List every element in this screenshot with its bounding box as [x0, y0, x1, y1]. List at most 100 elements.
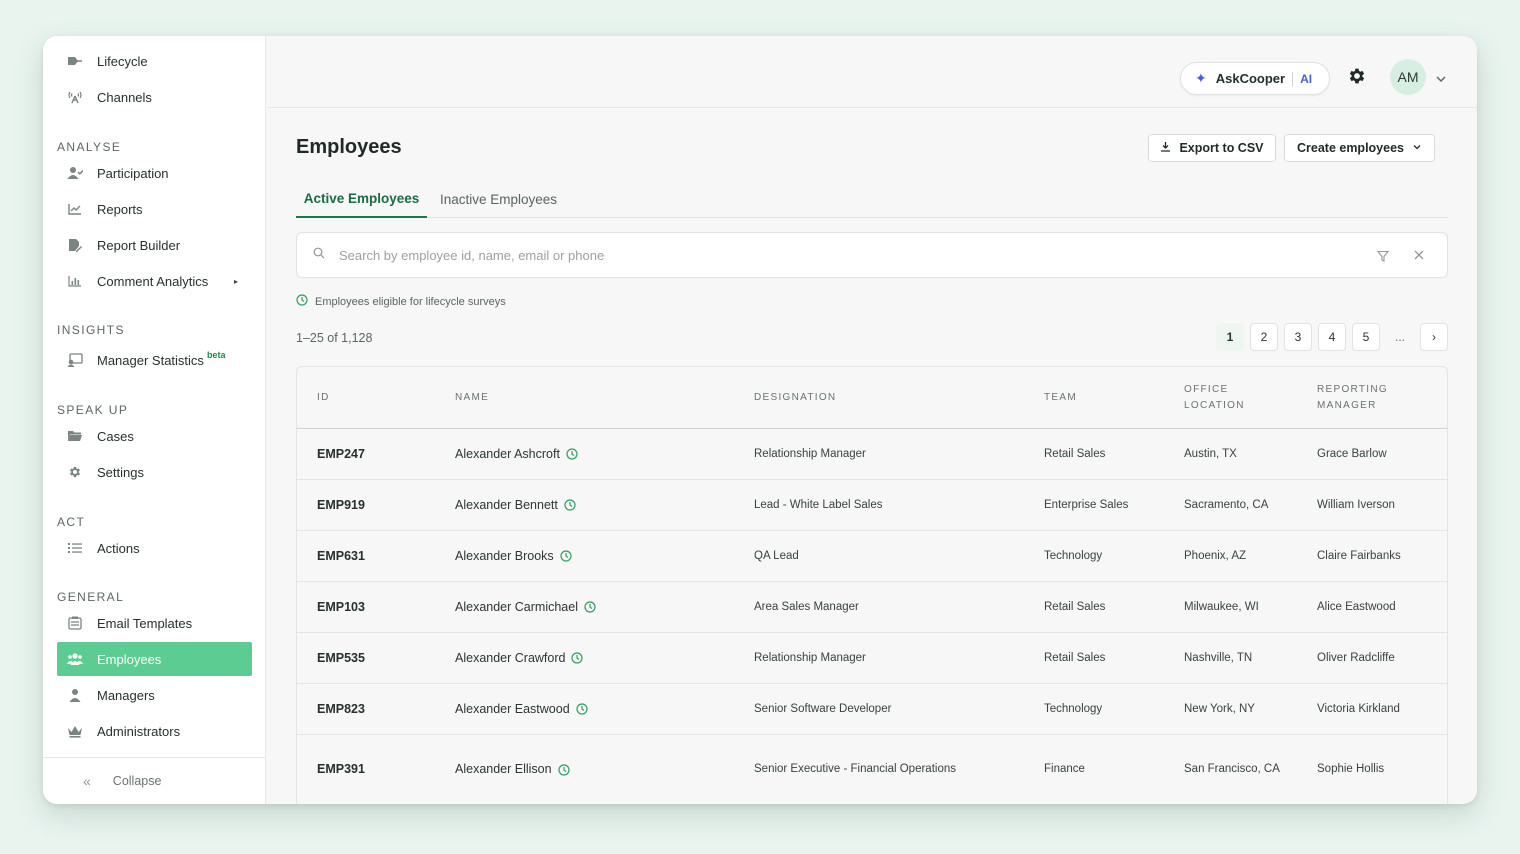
column-header-line: LOCATION	[1184, 400, 1245, 411]
sidebar-item-label: Lifecycle	[97, 53, 148, 69]
close-icon[interactable]	[1413, 248, 1425, 266]
name-text[interactable]: Alexander Crawford	[455, 649, 565, 668]
filter-icon[interactable]	[1376, 249, 1390, 267]
id-text: EMP391	[317, 762, 365, 776]
table-row[interactable]: EMP919 Alexander Bennett Lead - White Labe…	[297, 480, 1447, 531]
submenu-arrow-icon: ▸	[233, 276, 238, 286]
chevron-down-icon[interactable]	[1435, 72, 1447, 84]
sidebar-item-manager-statistics[interactable]: Manager Statistics beta	[57, 343, 252, 377]
user-icon	[67, 687, 83, 703]
file-edit-icon	[67, 237, 83, 253]
page-ellipsis: ...	[1394, 330, 1405, 344]
page-button-4[interactable]: 4	[1318, 323, 1346, 351]
clock-icon	[576, 703, 588, 715]
search-icon	[313, 246, 325, 264]
designation-text: Relationship Manager	[754, 651, 866, 664]
folder-icon	[67, 428, 83, 444]
page-button-2[interactable]: 2	[1250, 323, 1278, 351]
clock-icon	[584, 601, 596, 613]
designation-text: Lead - White Label Sales	[754, 498, 883, 511]
table-row[interactable]: EMP823 Alexander Eastwood Senior Software …	[297, 684, 1447, 735]
search-bar	[296, 232, 1448, 278]
name-text[interactable]: Alexander Eastwood	[455, 700, 570, 719]
export-csv-label: Export to CSV	[1179, 141, 1264, 155]
column-header-name[interactable]: NAME	[455, 367, 489, 429]
page-button-3[interactable]: 3	[1284, 323, 1312, 351]
office-text: Phoenix, AZ	[1184, 549, 1247, 562]
name-text[interactable]: Alexander Ashcroft	[455, 445, 560, 464]
sidebar-item-lifecycle[interactable]: Lifecycle	[57, 44, 252, 78]
table-row[interactable]: EMP631 Alexander Brooks QA Lead Technology P…	[297, 531, 1447, 582]
employees-table: ID NAME DESIGNATION TEAM OFFICE LOCATION…	[296, 366, 1448, 804]
create-employees-button[interactable]: Create employees	[1284, 134, 1435, 162]
table-row[interactable]: EMP391 Alexander Ellison Senior Executive …	[297, 735, 1447, 804]
clock-icon	[564, 499, 576, 511]
cell-designation: QA Lead	[754, 531, 1024, 581]
divider	[1292, 71, 1294, 86]
id-text: EMP535	[317, 650, 365, 665]
name-text[interactable]: Alexander Carmichael	[455, 598, 578, 617]
tab-inactive-employees[interactable]: Inactive Employees	[436, 181, 561, 218]
name-text[interactable]: Alexander Brooks	[455, 547, 554, 566]
list-icon	[67, 540, 83, 556]
name-text[interactable]: Alexander Ellison	[455, 760, 552, 779]
sidebar-item-comment-analytics[interactable]: Comment Analytics ▸	[57, 264, 252, 298]
table-row[interactable]: EMP103 Alexander Carmichael Area Sales Man…	[297, 582, 1447, 633]
page-button-5[interactable]: 5	[1352, 323, 1380, 351]
section-label-general: GENERAL	[57, 590, 125, 604]
tab-active-employees[interactable]: Active Employees	[296, 181, 427, 218]
beta-badge: beta	[206, 350, 226, 360]
cell-team: Enterprise Sales	[1044, 480, 1174, 530]
designation-text: Relationship Manager	[754, 447, 866, 460]
broadcast-icon	[67, 89, 83, 105]
column-header-line: REPORTING	[1317, 384, 1388, 395]
cell-office: Phoenix, AZ	[1184, 531, 1289, 581]
sidebar-item-label: Managers	[97, 687, 155, 703]
next-page-button[interactable]: ›	[1420, 323, 1448, 351]
sidebar-item-reports[interactable]: Reports	[57, 192, 252, 226]
section-label-analyse: ANALYSE	[57, 140, 122, 154]
sidebar-item-email-templates[interactable]: Email Templates	[57, 606, 252, 640]
sidebar-item-administrators[interactable]: Administrators	[57, 714, 252, 748]
team-text: Retail Sales	[1044, 447, 1106, 460]
cell-team: Finance	[1044, 735, 1174, 804]
cell-name: Alexander Brooks	[455, 531, 735, 581]
sidebar-item-employees[interactable]: Employees	[57, 642, 252, 676]
name-text[interactable]: Alexander Bennett	[455, 496, 558, 515]
avatar[interactable]: AM	[1390, 59, 1426, 95]
sidebar-item-channels[interactable]: Channels	[57, 80, 252, 114]
sidebar-item-settings[interactable]: Settings	[57, 455, 252, 489]
line-chart-icon	[67, 201, 83, 217]
id-text: EMP631	[317, 548, 365, 563]
cell-office: Sacramento, CA	[1184, 480, 1289, 530]
cell-team: Technology	[1044, 684, 1174, 734]
search-input[interactable]	[339, 247, 1319, 263]
sidebar-item-managers[interactable]: Managers	[57, 678, 252, 712]
column-header-id[interactable]: ID	[317, 367, 330, 429]
column-header-reporting-manager[interactable]: REPORTING MANAGER	[1317, 367, 1388, 429]
column-header-team[interactable]: TEAM	[1044, 367, 1077, 429]
office-text: Nashville, TN	[1184, 651, 1253, 664]
designation-text: QA Lead	[754, 549, 799, 562]
users-icon	[67, 651, 83, 667]
page-button-1[interactable]: 1	[1216, 323, 1244, 351]
sidebar-item-actions[interactable]: Actions	[57, 531, 252, 565]
settings-gear-icon[interactable]	[1347, 66, 1369, 88]
table-row[interactable]: EMP247 Alexander Ashcroft Relationship Man…	[297, 429, 1447, 480]
export-csv-button[interactable]: Export to CSV	[1148, 134, 1276, 162]
askcooper-button[interactable]: ✦ AskCooper AI	[1180, 62, 1330, 95]
column-header-office-location[interactable]: OFFICE LOCATION	[1184, 367, 1245, 429]
cell-name: Alexander Bennett	[455, 480, 735, 530]
sidebar-item-label: Comment Analytics	[97, 273, 209, 289]
clock-icon	[566, 448, 578, 460]
cell-office: San Francisco, CA	[1184, 735, 1289, 804]
sidebar-item-participation[interactable]: Participation	[57, 156, 252, 190]
collapse-button[interactable]: « Collapse	[43, 757, 266, 804]
bar-chart-icon	[67, 273, 83, 289]
table-row[interactable]: EMP535 Alexander Crawford Relationship Man…	[297, 633, 1447, 684]
column-header-designation[interactable]: DESIGNATION	[754, 367, 836, 429]
sidebar-item-report-builder[interactable]: Report Builder	[57, 228, 252, 262]
sparkle-icon: ✦	[1195, 70, 1207, 86]
sidebar-item-cases[interactable]: Cases	[57, 419, 252, 453]
section-label-insights: INSIGHTS	[57, 323, 125, 337]
